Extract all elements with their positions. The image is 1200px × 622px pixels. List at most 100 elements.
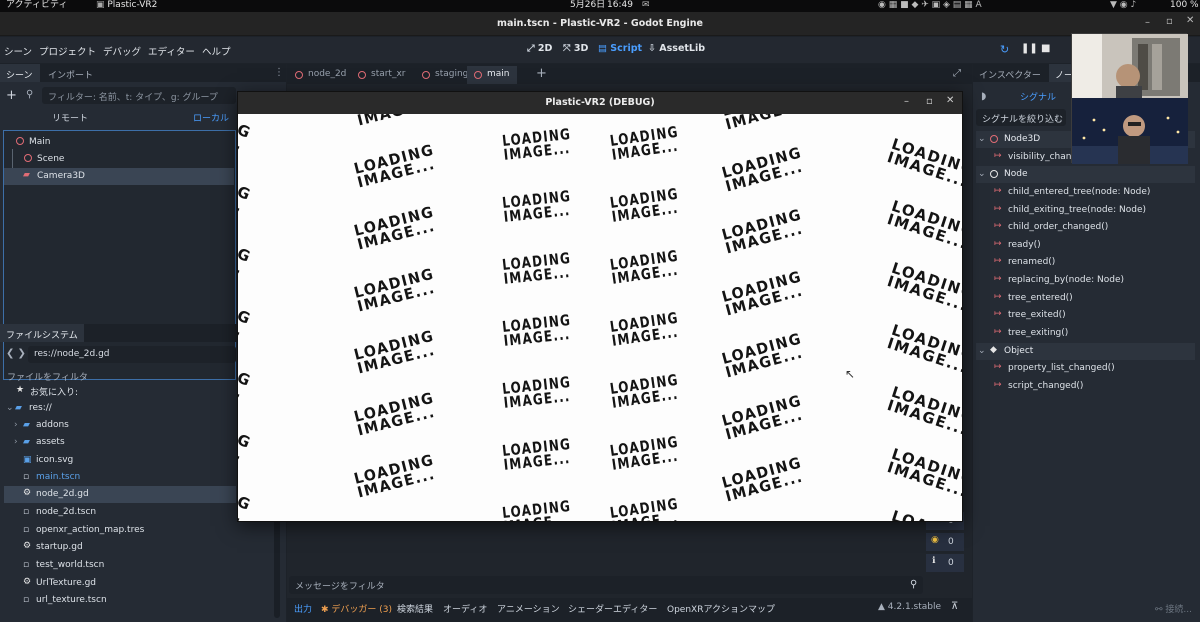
tab-node2d[interactable]: node_2d <box>288 66 351 84</box>
network-icon[interactable]: ▼ ◉ ♪ <box>1110 0 1136 11</box>
workspace-assetlib[interactable]: ⇩ AssetLib <box>648 43 705 54</box>
filesystem-path-input[interactable]: res://node_2d.gd <box>28 346 236 363</box>
close-icon[interactable]: ✕ <box>1186 15 1194 26</box>
loading-image-text: LOADING IMAGE... <box>352 202 438 254</box>
tab-import[interactable]: インポート <box>42 64 99 82</box>
section-node[interactable]: ⌄ Node <box>976 166 1195 183</box>
menu-project[interactable]: プロジェクト <box>39 44 96 58</box>
loading-image-text: LOADING IMAGE... <box>720 114 806 134</box>
loading-image-text: LOADING IMAGE... <box>238 155 255 217</box>
scene-filter-input[interactable]: フィルター: 名前、t: タイプ、g: グループ <box>42 87 236 104</box>
tab-search-results[interactable]: 検索結果 <box>397 602 433 615</box>
remote-button[interactable]: リモート <box>52 111 88 124</box>
loading-image-text: LOADING IMAGE... <box>719 329 806 382</box>
tab-start-xr[interactable]: start_xr <box>351 66 415 84</box>
menu-editor[interactable]: エディター <box>148 44 195 58</box>
connect-button[interactable]: ⚯ 接続... <box>1155 602 1192 615</box>
tab-scene[interactable]: シーン <box>0 64 40 82</box>
workspace-3d[interactable]: ⤧ 3D <box>563 43 588 54</box>
dock-menu-icon[interactable]: ⋮ <box>274 67 284 78</box>
menu-scene[interactable]: シーン <box>4 44 32 58</box>
reload-icon[interactable]: ↻ <box>1000 43 1009 56</box>
maximize-icon[interactable]: ▫ <box>1166 16 1173 27</box>
tree-node-main[interactable]: Main <box>4 134 234 151</box>
pause-icon[interactable]: ❚❚ <box>1021 43 1038 54</box>
clock-time[interactable]: 16:49 <box>607 0 633 11</box>
workspace-script[interactable]: ▤ Script <box>598 43 642 54</box>
webcam-video-image <box>1072 34 1188 164</box>
fs-item-main-tscn[interactable]: ▫ main.tscn <box>4 469 236 486</box>
loading-image-text: LOADING IMAGE... <box>885 444 962 502</box>
loading-image-text: LOADING IMAGE... <box>719 267 806 320</box>
workspace-2d[interactable]: ⤢ 2D <box>527 43 552 54</box>
debug-window-title: Plastic-VR2 (DEBUG) <box>545 97 655 108</box>
section-object[interactable]: ⌄ ◆ Object <box>976 343 1195 360</box>
loading-image-text: LOADING IMAGE... <box>885 320 962 378</box>
tab-shader-editor[interactable]: シェーダーエディター <box>568 602 657 615</box>
signal-filter-input[interactable]: シグナルを絞り込む <box>976 109 1066 126</box>
menu-debug[interactable]: デバッグ <box>103 44 141 58</box>
loading-image-text: LOADING IMAGE... <box>501 372 572 412</box>
tab-signals[interactable]: シグナル <box>1020 90 1056 103</box>
tree-node-camera3d[interactable]: ▰ Camera3D <box>4 168 234 185</box>
counter-warning[interactable]: ◉ 0 <box>926 533 964 551</box>
loading-image-text: LOADING IMAGE... <box>501 496 572 521</box>
fs-item-res[interactable]: ⌄ ▰ res:// <box>4 400 236 417</box>
favorites-row[interactable]: ★ お気に入り: <box>4 382 236 399</box>
menu-bar: シーン プロジェクト デバッグ エディター ヘルプ ⤢ 2D ⤧ 3D ▤ Sc… <box>0 37 1200 63</box>
fullscreen-icon[interactable]: ⤢ <box>953 68 961 79</box>
mouse-cursor-icon: ↖ <box>845 367 856 381</box>
debug-close-icon[interactable]: ✕ <box>946 95 954 106</box>
loading-image-text: LOADING IMAGE... <box>238 465 255 521</box>
fs-item-urltexture-gd[interactable]: ⚙ UrlTexture.gd <box>4 575 236 592</box>
debug-minimize-icon[interactable]: – <box>904 96 909 107</box>
tab-staging[interactable]: staging <box>415 66 468 84</box>
tab-output[interactable]: 出力 <box>294 602 312 615</box>
tab-main[interactable]: main <box>467 66 517 84</box>
debug-maximize-icon[interactable]: ▫ <box>926 96 933 107</box>
back-icon[interactable]: ❮ ❯ <box>6 348 26 359</box>
fs-item-node2d-gd[interactable]: ⚙ node_2d.gd <box>4 486 236 503</box>
fs-item-assets[interactable]: › ▰ assets <box>4 434 236 451</box>
minimize-icon[interactable]: – <box>1145 17 1150 28</box>
loading-image-text: LOADING IMAGE... <box>719 453 806 506</box>
loading-image-text: LOADING IMAGE... <box>352 140 438 192</box>
add-node-icon[interactable]: + <box>6 88 17 103</box>
stop-icon[interactable]: ■ <box>1041 43 1050 54</box>
tab-debugger[interactable]: ✱ デバッガー (3) <box>321 602 392 615</box>
tab-inspector[interactable]: インスペクター <box>973 64 1047 82</box>
local-button[interactable]: ローカル <box>193 111 229 124</box>
add-tab-icon[interactable]: + <box>536 66 547 81</box>
fs-item-url-texture-tscn[interactable]: ▫ url_texture.tscn <box>4 592 236 609</box>
fs-item-icon-svg[interactable]: ▣ icon.svg <box>4 452 236 469</box>
loading-image-text: LOADING IMAGE... <box>501 310 572 350</box>
activities-button[interactable]: アクティビティ <box>6 0 67 11</box>
tab-audio[interactable]: オーディオ <box>443 602 487 615</box>
loading-image-text: LOADING IMAGE... <box>608 308 680 350</box>
scene-tree: Main Scene ▰ Camera3D <box>3 130 236 380</box>
clock-date[interactable]: 5月26日 <box>570 0 605 11</box>
loading-image-text: LOADING IMAGE... <box>352 450 438 502</box>
fs-item-startup-gd[interactable]: ⚙ startup.gd <box>4 539 236 556</box>
link-icon[interactable]: ⚲ <box>26 89 33 100</box>
tab-filesystem[interactable]: ファイルシステム <box>0 324 84 342</box>
fs-item-openxr-map[interactable]: ▫ openxr_action_map.tres <box>4 522 236 539</box>
loading-image-text: LOADING IMAGE... <box>719 205 806 258</box>
game-viewport[interactable]: LOADING IMAGE... LOADING IMAGE... LOADING … <box>238 114 962 521</box>
fs-item-addons[interactable]: › ▰ addons <box>4 417 236 434</box>
bottom-panel-tabs: 出力 ✱ デバッガー (3) 検索結果 オーディオ アニメーション シェーダーエ… <box>287 598 972 622</box>
tab-openxr-action-map[interactable]: OpenXRアクションマップ <box>667 602 775 615</box>
expand-panel-icon[interactable]: ⊼ <box>951 601 958 612</box>
loading-image-text: LOADING IMAGE... <box>238 341 255 403</box>
fs-item-node2d-tscn[interactable]: ▫ node_2d.tscn <box>4 504 236 521</box>
webcam-overlay <box>1071 33 1188 164</box>
loading-image-text: LOADING IMAGE... <box>501 248 572 288</box>
message-filter-input[interactable]: メッセージをフィルタ <box>289 576 923 594</box>
tab-animation[interactable]: アニメーション <box>497 602 560 615</box>
app-menu[interactable]: ▣ Plastic-VR2 <box>96 0 157 11</box>
tree-node-scene[interactable]: Scene <box>4 149 234 179</box>
fs-item-test-world[interactable]: ▫ test_world.tscn <box>4 557 236 574</box>
loading-image-text: LOADING IMAGE... <box>238 279 255 341</box>
menu-help[interactable]: ヘルプ <box>202 44 231 58</box>
counter-info[interactable]: ℹ0 <box>926 554 964 572</box>
